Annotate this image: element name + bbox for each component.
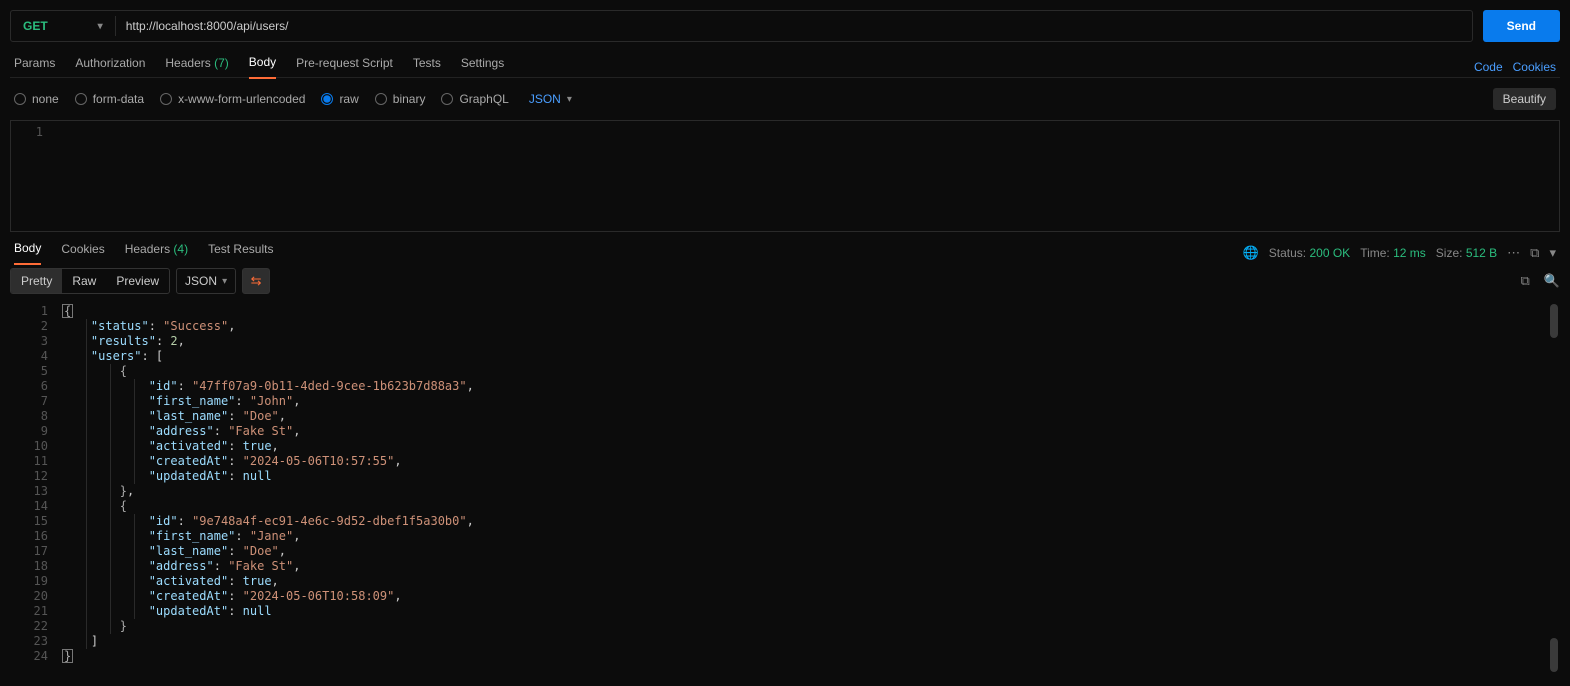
chevron-down-icon: ▾ bbox=[222, 276, 227, 287]
copy-icon[interactable]: ⧉ bbox=[1521, 273, 1530, 289]
body-format-selector[interactable]: JSON ▾ bbox=[529, 92, 572, 106]
body-type-raw[interactable]: raw bbox=[321, 92, 358, 106]
tab-headers[interactable]: Headers (7) bbox=[165, 56, 228, 78]
body-type-graphql[interactable]: GraphQL bbox=[441, 92, 508, 106]
cookies-link[interactable]: Cookies bbox=[1513, 60, 1556, 74]
wrap-lines-button[interactable]: ⇆ bbox=[242, 268, 270, 294]
view-raw[interactable]: Raw bbox=[62, 269, 106, 293]
scrollbar-thumb[interactable] bbox=[1550, 304, 1558, 338]
response-format-selector[interactable]: JSON ▾ bbox=[176, 268, 236, 294]
tab-authorization[interactable]: Authorization bbox=[75, 56, 145, 78]
view-preview[interactable]: Preview bbox=[106, 269, 169, 293]
time-label: Time: 12 ms bbox=[1360, 246, 1426, 260]
tab-prerequest[interactable]: Pre-request Script bbox=[296, 56, 393, 78]
status-label: Status: 200 OK bbox=[1269, 246, 1350, 260]
radio-icon bbox=[375, 93, 387, 105]
request-body-editor[interactable]: 1 bbox=[10, 120, 1560, 232]
tab-tests[interactable]: Tests bbox=[413, 56, 441, 78]
response-tab-test-results[interactable]: Test Results bbox=[208, 242, 273, 264]
more-icon[interactable]: ⋯ bbox=[1507, 245, 1520, 261]
size-label: Size: 512 B bbox=[1436, 246, 1497, 260]
beautify-button[interactable]: Beautify bbox=[1493, 88, 1556, 110]
chevron-down-icon: ▾ bbox=[567, 94, 572, 105]
tab-headers-label: Headers bbox=[165, 56, 210, 70]
http-method-selector[interactable]: GET ▾ bbox=[11, 19, 115, 33]
body-type-binary[interactable]: binary bbox=[375, 92, 426, 106]
chevron-down-icon[interactable]: ▾ bbox=[1549, 245, 1556, 261]
body-type-formdata[interactable]: form-data bbox=[75, 92, 144, 106]
send-button[interactable]: Send bbox=[1483, 10, 1560, 42]
wrap-icon: ⇆ bbox=[251, 273, 262, 289]
radio-checked-icon bbox=[321, 93, 333, 105]
http-method-value: GET bbox=[23, 19, 48, 33]
code-link[interactable]: Code bbox=[1474, 60, 1503, 74]
radio-icon bbox=[75, 93, 87, 105]
body-type-xwww[interactable]: x-www-form-urlencoded bbox=[160, 92, 305, 106]
code-area[interactable] bbox=[51, 121, 1559, 231]
layout-icon[interactable]: ⧉ bbox=[1530, 245, 1539, 261]
url-input[interactable] bbox=[116, 19, 1472, 33]
view-mode-segment: Pretty Raw Preview bbox=[10, 268, 170, 294]
radio-icon bbox=[14, 93, 26, 105]
chevron-down-icon: ▾ bbox=[98, 21, 103, 32]
response-tab-headers[interactable]: Headers (4) bbox=[125, 242, 188, 264]
radio-icon bbox=[160, 93, 172, 105]
radio-icon bbox=[441, 93, 453, 105]
response-tab-cookies[interactable]: Cookies bbox=[61, 242, 104, 264]
response-body[interactable]: 123456789101112131415161718192021222324 … bbox=[10, 300, 1560, 676]
response-code[interactable]: { "status": "Success", "results": 2, "us… bbox=[56, 300, 1560, 676]
globe-icon[interactable]: 🌐 bbox=[1243, 245, 1259, 261]
line-gutter: 1 bbox=[11, 121, 51, 231]
view-pretty[interactable]: Pretty bbox=[11, 269, 62, 293]
tab-headers-count: (7) bbox=[214, 56, 229, 70]
tab-params[interactable]: Params bbox=[14, 56, 55, 78]
tab-settings[interactable]: Settings bbox=[461, 56, 504, 78]
scrollbar-thumb[interactable] bbox=[1550, 638, 1558, 672]
line-gutter: 123456789101112131415161718192021222324 bbox=[10, 300, 56, 676]
tab-body[interactable]: Body bbox=[249, 55, 276, 79]
body-type-none[interactable]: none bbox=[14, 92, 59, 106]
search-icon[interactable]: 🔍 bbox=[1544, 273, 1560, 289]
